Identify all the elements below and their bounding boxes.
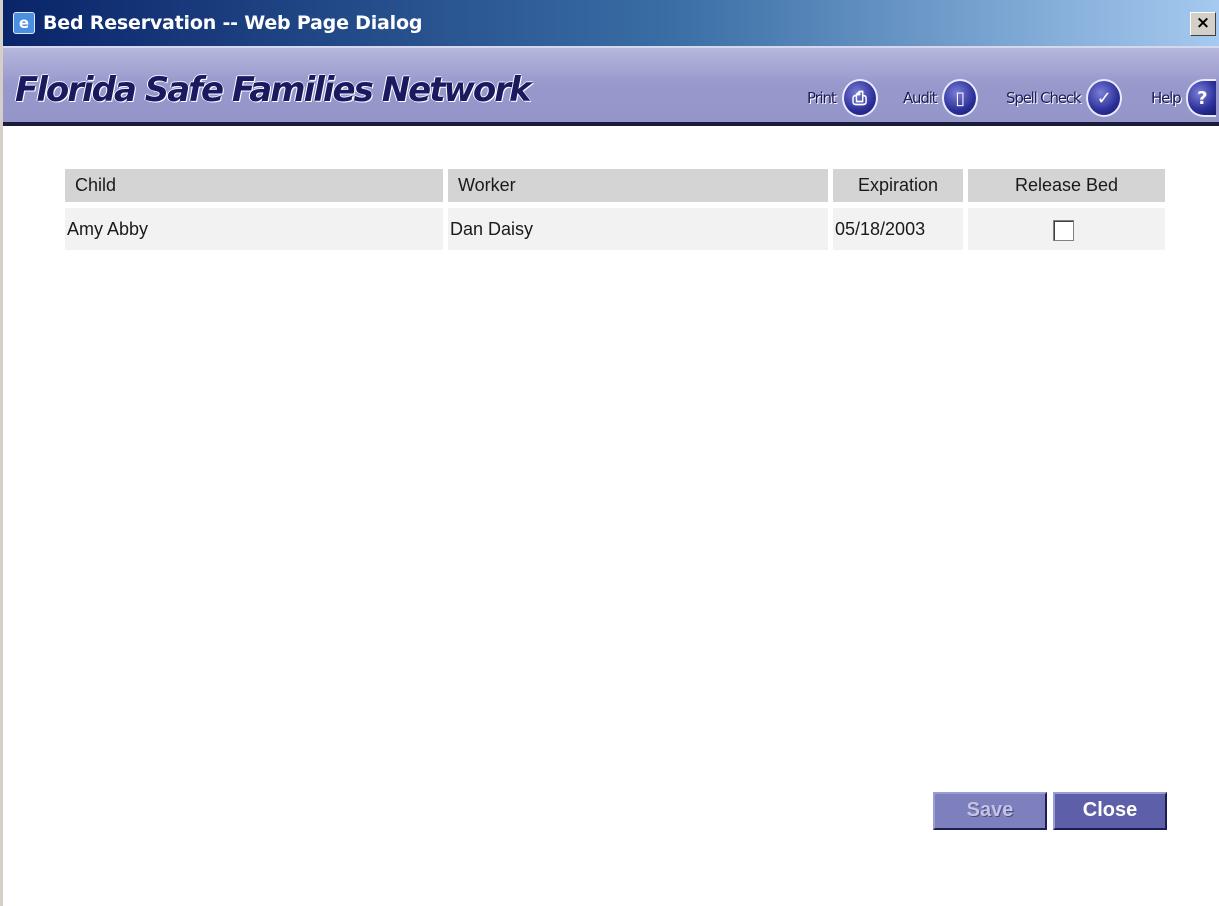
spell-check-icon[interactable]: ✓	[1086, 79, 1123, 117]
print-label: Print	[807, 89, 837, 107]
help-label: Help	[1151, 89, 1182, 107]
column-header-expiration: Expiration	[833, 169, 963, 202]
help-tool[interactable]: Help ?	[1151, 78, 1217, 118]
cell-child: Amy Abby	[65, 208, 443, 250]
spell-check-tool[interactable]: Spell Check ✓	[1006, 78, 1123, 118]
spell-check-label: Spell Check	[1006, 89, 1082, 107]
close-window-button[interactable]: ×	[1190, 12, 1216, 36]
audit-tool[interactable]: Audit ▯	[903, 78, 979, 118]
internet-explorer-icon: e	[13, 12, 35, 34]
release-bed-checkbox[interactable]	[1053, 220, 1074, 241]
printer-icon[interactable]: ⎙	[841, 79, 878, 117]
cell-expiration: 05/18/2003	[833, 208, 963, 250]
print-tool[interactable]: Print ⎙	[807, 78, 878, 118]
document-icon[interactable]: ▯	[942, 79, 979, 117]
cell-worker: Dan Daisy	[448, 208, 828, 250]
title-bar[interactable]: e Bed Reservation -- Web Page Dialog ×	[3, 0, 1219, 46]
bed-reservation-dialog: e Bed Reservation -- Web Page Dialog × F…	[0, 0, 1219, 906]
column-header-child: Child	[65, 169, 443, 202]
help-icon[interactable]: ?	[1186, 79, 1217, 117]
close-button[interactable]: Close	[1053, 792, 1167, 830]
app-banner: Florida Safe Families Network Print ⎙ Au…	[3, 46, 1219, 126]
save-button[interactable]: Save	[933, 792, 1047, 830]
audit-label: Audit	[903, 89, 938, 107]
column-header-worker: Worker	[448, 169, 828, 202]
window-title: Bed Reservation -- Web Page Dialog	[43, 12, 423, 34]
brand-title: Florida Safe Families Network	[15, 70, 532, 110]
column-header-release-bed: Release Bed	[968, 169, 1165, 202]
